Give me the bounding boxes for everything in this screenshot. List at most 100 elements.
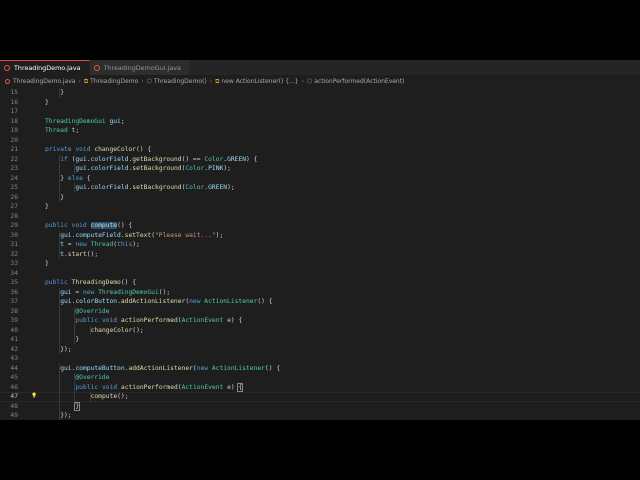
code-line[interactable]: 18 ThreadingDemoGui gui; xyxy=(0,117,640,127)
code-line[interactable]: 39 public void actionPerformed(ActionEven… xyxy=(0,316,640,326)
code-token: ActionEvent xyxy=(181,383,224,391)
code-token: gui xyxy=(60,364,72,372)
code-line[interactable]: 42}); xyxy=(0,344,640,354)
code-line[interactable]: 32 t.start(); xyxy=(0,249,640,260)
code-line[interactable]: 15} xyxy=(0,88,640,98)
code-line[interactable]: 36 gui = new ThreadingDemoGui(); xyxy=(0,287,640,298)
code-token: Thread xyxy=(90,241,114,248)
code-line[interactable]: 19 Thread t; xyxy=(0,126,640,136)
code-line[interactable]: 25 gui.colorField.setBackground(Color.GRE… xyxy=(0,183,640,193)
code-token: colorField xyxy=(90,165,129,172)
code-line[interactable]: 16} xyxy=(0,98,640,108)
code-line[interactable]: 31 t = new Thread(this); xyxy=(0,240,640,250)
breadcrumb-item-method[interactable]: actionPerformed(ActionEvent) xyxy=(314,78,404,85)
code-line[interactable]: 35 public ThreadingDemo() { xyxy=(0,278,640,288)
code-token: (); xyxy=(132,326,144,334)
code-token: } xyxy=(45,260,49,267)
code-line[interactable]: 34 xyxy=(0,269,640,279)
code-text: gui = new ThreadingDemoGui(); xyxy=(60,288,170,298)
code-text: public void actionPerformed(ActionEvent … xyxy=(75,382,244,393)
code-text: @Override xyxy=(75,307,109,317)
code-token: ); xyxy=(223,165,231,172)
code-token: gui xyxy=(60,298,72,305)
breadcrumb-item-anonymous-class[interactable]: new ActionListener() {...} xyxy=(221,78,298,85)
code-line[interactable]: 47 💡 compute(); xyxy=(0,392,640,402)
code-token: changeColor xyxy=(90,326,133,334)
tab-threadingdemo-java[interactable]: ThreadingDemo.java xyxy=(0,60,90,75)
code-text: t.start(); xyxy=(60,250,98,260)
code-line[interactable]: 30 gui.computeField.setText("Please wait.… xyxy=(0,230,640,241)
code-line[interactable]: 44 gui.computeButton.addActionListener(ne… xyxy=(0,363,640,374)
line-number: 35 xyxy=(10,279,18,286)
indent-guide xyxy=(74,392,76,402)
line-number: 24 xyxy=(10,174,18,182)
code-text: t = new Thread(this); xyxy=(60,240,140,250)
indent-guide xyxy=(59,164,61,174)
code-text: gui.computeField.setText("Please wait...… xyxy=(60,231,223,241)
code-token: Color xyxy=(204,155,224,163)
code-line[interactable]: 49}); xyxy=(0,411,640,420)
code-token: } xyxy=(74,401,81,411)
code-line[interactable]: 40 changeColor(); xyxy=(0,325,640,335)
line-number: 29 xyxy=(10,222,18,229)
tab-threadingdemogui-java[interactable]: ThreadingDemoGui.java xyxy=(89,60,190,75)
code-line[interactable]: 24} else { xyxy=(0,173,640,183)
line-number: 16 xyxy=(10,98,18,106)
indent-guide xyxy=(59,183,61,193)
line-number: 22 xyxy=(10,155,18,163)
code-token: } xyxy=(75,336,80,343)
line-number: 27 xyxy=(10,203,18,210)
code-token: ThreadingDemoGui xyxy=(98,288,159,296)
code-line[interactable]: 27} xyxy=(0,202,640,212)
code-token: ) { xyxy=(230,317,243,324)
tab-bar: ThreadingDemo.java ThreadingDemoGui.java xyxy=(0,60,640,75)
code-line[interactable]: 41} xyxy=(0,335,640,345)
code-line[interactable]: 48} xyxy=(0,401,640,411)
code-token: ) { xyxy=(246,155,258,163)
indent-guide xyxy=(59,373,61,383)
code-token: void xyxy=(101,383,118,391)
java-file-icon xyxy=(4,65,10,71)
tab-label: ThreadingDemoGui.java xyxy=(103,63,181,72)
code-line[interactable]: 45 @Override xyxy=(0,373,640,383)
lightbulb-icon[interactable]: 💡 xyxy=(31,393,37,399)
code-token: new xyxy=(189,298,201,305)
code-line[interactable]: 28 xyxy=(0,212,640,222)
line-number: 49 xyxy=(10,412,18,419)
code-token: = xyxy=(71,288,83,296)
chevron-right-icon: › xyxy=(78,78,81,85)
class-icon: ⧉ xyxy=(215,77,220,85)
breadcrumb-item-constructor[interactable]: ThreadingDemo() xyxy=(154,78,207,85)
indent-guide xyxy=(59,325,61,335)
line-number: 48 xyxy=(10,402,18,410)
code-line[interactable]: 33} xyxy=(0,259,640,269)
code-line[interactable]: 17 xyxy=(0,107,640,117)
code-editor[interactable]: ThreadingDemo.java ThreadingDemoGui.java… xyxy=(0,60,640,420)
code-token: gui xyxy=(109,117,121,125)
code-line[interactable]: 37 gui.colorButton.addActionListener(new … xyxy=(0,297,640,307)
line-number: 32 xyxy=(10,250,18,258)
code-line[interactable]: 21 private void changeColor() { xyxy=(0,145,640,155)
code-line[interactable]: 43 xyxy=(0,354,640,364)
code-token: ThreadingDemo xyxy=(71,279,121,286)
code-token: ; xyxy=(75,127,80,134)
code-line[interactable]: 23 gui.colorField.setBackground(Color.PIN… xyxy=(0,164,640,174)
code-token: public xyxy=(45,279,68,286)
code-line[interactable]: 29 public void compute() { xyxy=(0,221,640,231)
code-token: } xyxy=(60,89,64,96)
code-line[interactable]: 26} xyxy=(0,192,640,202)
line-number: 44 xyxy=(10,364,18,372)
code-line[interactable]: 20 xyxy=(0,136,640,146)
code-line[interactable]: 22 if (gui.colorField.getBackground() == … xyxy=(0,154,640,164)
code-token: } xyxy=(60,174,68,182)
breadcrumb-item-class[interactable]: ThreadingDemo xyxy=(90,78,138,85)
code-token: Color xyxy=(185,184,205,191)
code-line[interactable]: 46 public void actionPerformed(ActionEven… xyxy=(0,382,640,393)
code-area[interactable]: 15} 16} 17 18 ThreadingDemoGui gui; 19 Thread … xyxy=(0,88,640,420)
code-token: (); xyxy=(86,250,99,258)
breadcrumb-item-file[interactable]: ThreadingDemo.java xyxy=(13,78,75,85)
line-number: 47 xyxy=(10,393,18,400)
code-text: gui.computeButton.addActionListener(new … xyxy=(60,364,280,374)
code-line[interactable]: 38 @Override xyxy=(0,306,640,317)
code-token: start xyxy=(67,250,87,258)
